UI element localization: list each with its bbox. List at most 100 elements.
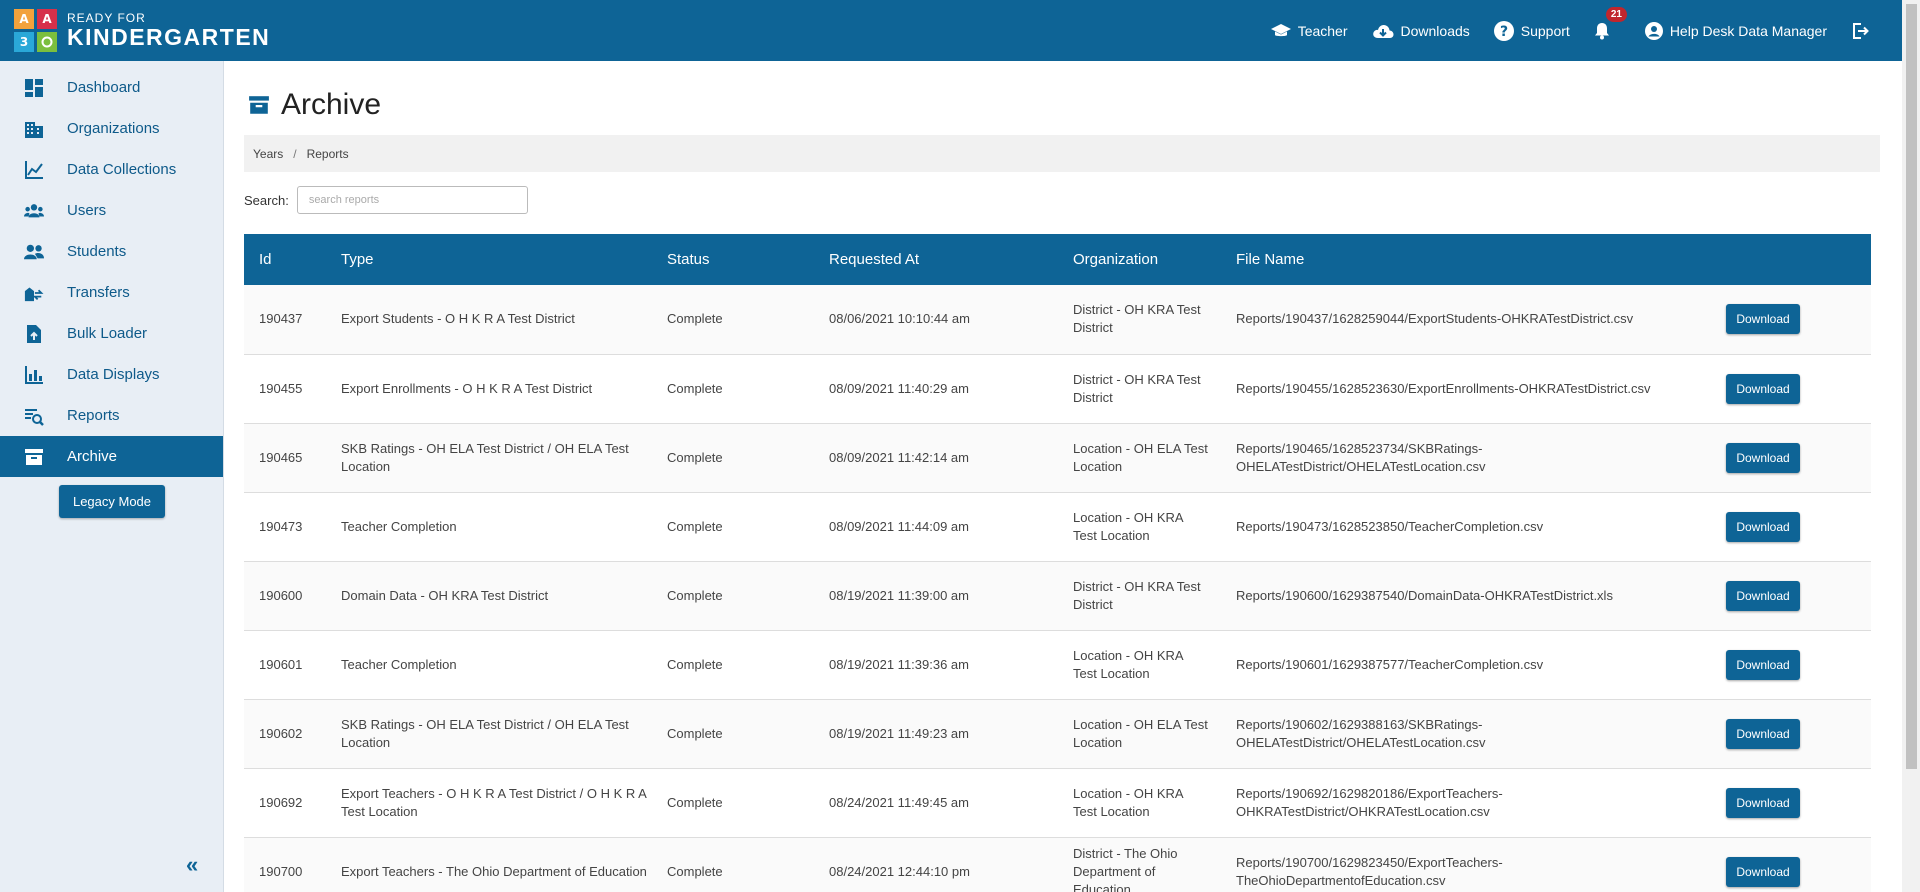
sidebar-item-data-displays[interactable]: Data Displays	[0, 354, 223, 395]
cell-actions: Download	[1711, 423, 1871, 492]
search-input[interactable]	[296, 186, 528, 214]
download-button[interactable]: Download	[1726, 856, 1800, 887]
download-button[interactable]: Download	[1726, 649, 1800, 680]
table-row: 190455 Export Enrollments - O H K R A Tes…	[244, 354, 1871, 423]
notifications-button[interactable]: 21	[1594, 6, 1627, 40]
column-header-id[interactable]: Id	[244, 234, 326, 285]
teacher-link[interactable]: Teacher	[1270, 22, 1348, 39]
download-button[interactable]: Download	[1726, 580, 1800, 611]
table-row: 190700 Export Teachers - The Ohio Departm…	[244, 837, 1871, 892]
cell-file-name: Reports/190602/1629388163/SKBRatings-OHE…	[1236, 716, 1486, 750]
column-header-file-name[interactable]: File Name	[1221, 234, 1711, 285]
sidebar-item-bulk-loader[interactable]: Bulk Loader	[0, 313, 223, 354]
cell-id: 190700	[259, 863, 303, 879]
cell-id: 190465	[259, 449, 303, 465]
download-button[interactable]: Download	[1726, 511, 1800, 542]
cell-requested-at: 08/19/2021 11:39:36 am	[829, 656, 969, 672]
main-content: Archive Years / Reports Search: Id Type …	[244, 61, 1882, 892]
sidebar-item-data-collections[interactable]: Data Collections	[0, 149, 223, 190]
collapse-sidebar-button[interactable]: «	[186, 852, 198, 878]
help-circle-icon: ?	[1493, 20, 1514, 41]
cell-type: Teacher Completion	[341, 518, 457, 534]
sidebar-item-label: Data Displays	[67, 366, 160, 383]
search-bar: Search:	[244, 185, 1882, 215]
user-menu[interactable]: Help Desk Data Manager	[1644, 21, 1827, 40]
column-header-requested-at[interactable]: Requested At	[814, 234, 1058, 285]
cell-requested-at: 08/09/2021 11:42:14 am	[829, 449, 969, 465]
sidebar-item-organizations[interactable]: Organizations	[0, 108, 223, 149]
column-header-actions	[1711, 234, 1871, 285]
download-button[interactable]: Download	[1726, 442, 1800, 473]
line-chart-icon	[24, 160, 43, 179]
brand-text: READY FOR KINDERGARTEN	[67, 12, 270, 49]
sidebar-item-label: Archive	[67, 448, 118, 465]
vertical-scrollbar[interactable]	[1902, 0, 1920, 892]
sidebar-item-transfers[interactable]: Transfers	[0, 272, 223, 313]
scrollbar-thumb[interactable]	[1906, 4, 1917, 769]
cell-actions: Download	[1711, 630, 1871, 699]
table-row: 190600 Domain Data - OH KRA Test District…	[244, 561, 1871, 630]
cell-actions: Download	[1711, 492, 1871, 561]
support-label: Support	[1520, 22, 1570, 39]
cell-type: Export Teachers - The Ohio Department of…	[341, 863, 647, 879]
users-icon	[23, 203, 44, 217]
graduation-cap-icon	[1270, 23, 1291, 36]
cell-organization: Location - OH ELA Test Location	[1073, 716, 1208, 750]
cell-requested-at: 08/24/2021 11:49:45 am	[829, 794, 969, 810]
download-button[interactable]: Download	[1726, 718, 1800, 749]
cell-type: SKB Ratings - OH ELA Test District / OH …	[341, 716, 629, 750]
cell-actions: Download	[1711, 768, 1871, 837]
breadcrumb-separator: /	[293, 146, 297, 161]
transfer-icon	[24, 287, 43, 301]
cell-status: Complete	[667, 863, 723, 879]
breadcrumb-years[interactable]: Years	[253, 147, 283, 161]
teacher-label: Teacher	[1297, 22, 1348, 39]
column-header-organization[interactable]: Organization	[1058, 234, 1221, 285]
download-button[interactable]: Download	[1726, 373, 1800, 404]
dashboard-icon	[24, 78, 43, 97]
sidebar-item-archive[interactable]: Archive	[0, 436, 223, 477]
cell-type: Export Students - O H K R A Test Distric…	[341, 311, 575, 327]
cell-file-name: Reports/190437/1628259044/ExportStudents…	[1236, 311, 1634, 327]
download-button[interactable]: Download	[1726, 787, 1800, 818]
downloads-link[interactable]: Downloads	[1372, 23, 1470, 39]
archive-icon	[249, 96, 269, 114]
cell-type: Domain Data - OH KRA Test District	[341, 587, 549, 603]
logo-block-4	[37, 32, 57, 52]
cell-requested-at: 08/19/2021 11:49:23 am	[829, 725, 969, 741]
cell-organization: District - The Ohio Department of Educat…	[1073, 845, 1178, 892]
sidebar-item-label: Reports	[67, 407, 120, 424]
sidebar-item-reports[interactable]: Reports	[0, 395, 223, 436]
column-header-status[interactable]: Status	[652, 234, 814, 285]
logout-button[interactable]	[1851, 22, 1876, 40]
circle-icon	[41, 36, 53, 48]
sidebar-item-label: Data Collections	[67, 161, 177, 178]
cell-status: Complete	[667, 380, 723, 396]
column-header-type[interactable]: Type	[326, 234, 652, 285]
cell-actions: Download	[1711, 354, 1871, 423]
cell-id: 190601	[259, 656, 303, 672]
legacy-mode-button[interactable]: Legacy Mode	[59, 485, 165, 518]
breadcrumb: Years / Reports	[244, 135, 1880, 172]
cell-file-name: Reports/190455/1628523630/ExportEnrollme…	[1236, 380, 1651, 396]
support-link[interactable]: ? Support	[1493, 20, 1570, 41]
cell-status: Complete	[667, 725, 723, 741]
cell-actions: Download	[1711, 699, 1871, 768]
cell-id: 190437	[259, 311, 303, 327]
page-title: Archive	[244, 85, 1882, 125]
brand-line2: KINDERGARTEN	[67, 24, 271, 50]
sidebar-item-students[interactable]: Students	[0, 231, 223, 272]
sidebar-item-dashboard[interactable]: Dashboard	[0, 67, 223, 108]
table-row: 190601 Teacher Completion Complete 08/19/20…	[244, 630, 1871, 699]
cell-organization: Location - OH ELA Test Location	[1073, 440, 1208, 474]
cell-id: 190600	[259, 587, 303, 603]
download-button[interactable]: Download	[1726, 304, 1800, 335]
cell-file-name: Reports/190692/1629820186/ExportTeachers…	[1236, 785, 1503, 819]
sidebar-item-users[interactable]: Users	[0, 190, 223, 231]
search-label: Search:	[244, 192, 289, 208]
cell-organization: District - OH KRA Test District	[1073, 302, 1201, 336]
cell-actions: Download	[1711, 285, 1871, 354]
cell-type: Teacher Completion	[341, 656, 457, 672]
brand-logo[interactable]: A A 3 READY FOR KINDERGARTEN	[14, 9, 270, 52]
cell-id: 190602	[259, 725, 303, 741]
